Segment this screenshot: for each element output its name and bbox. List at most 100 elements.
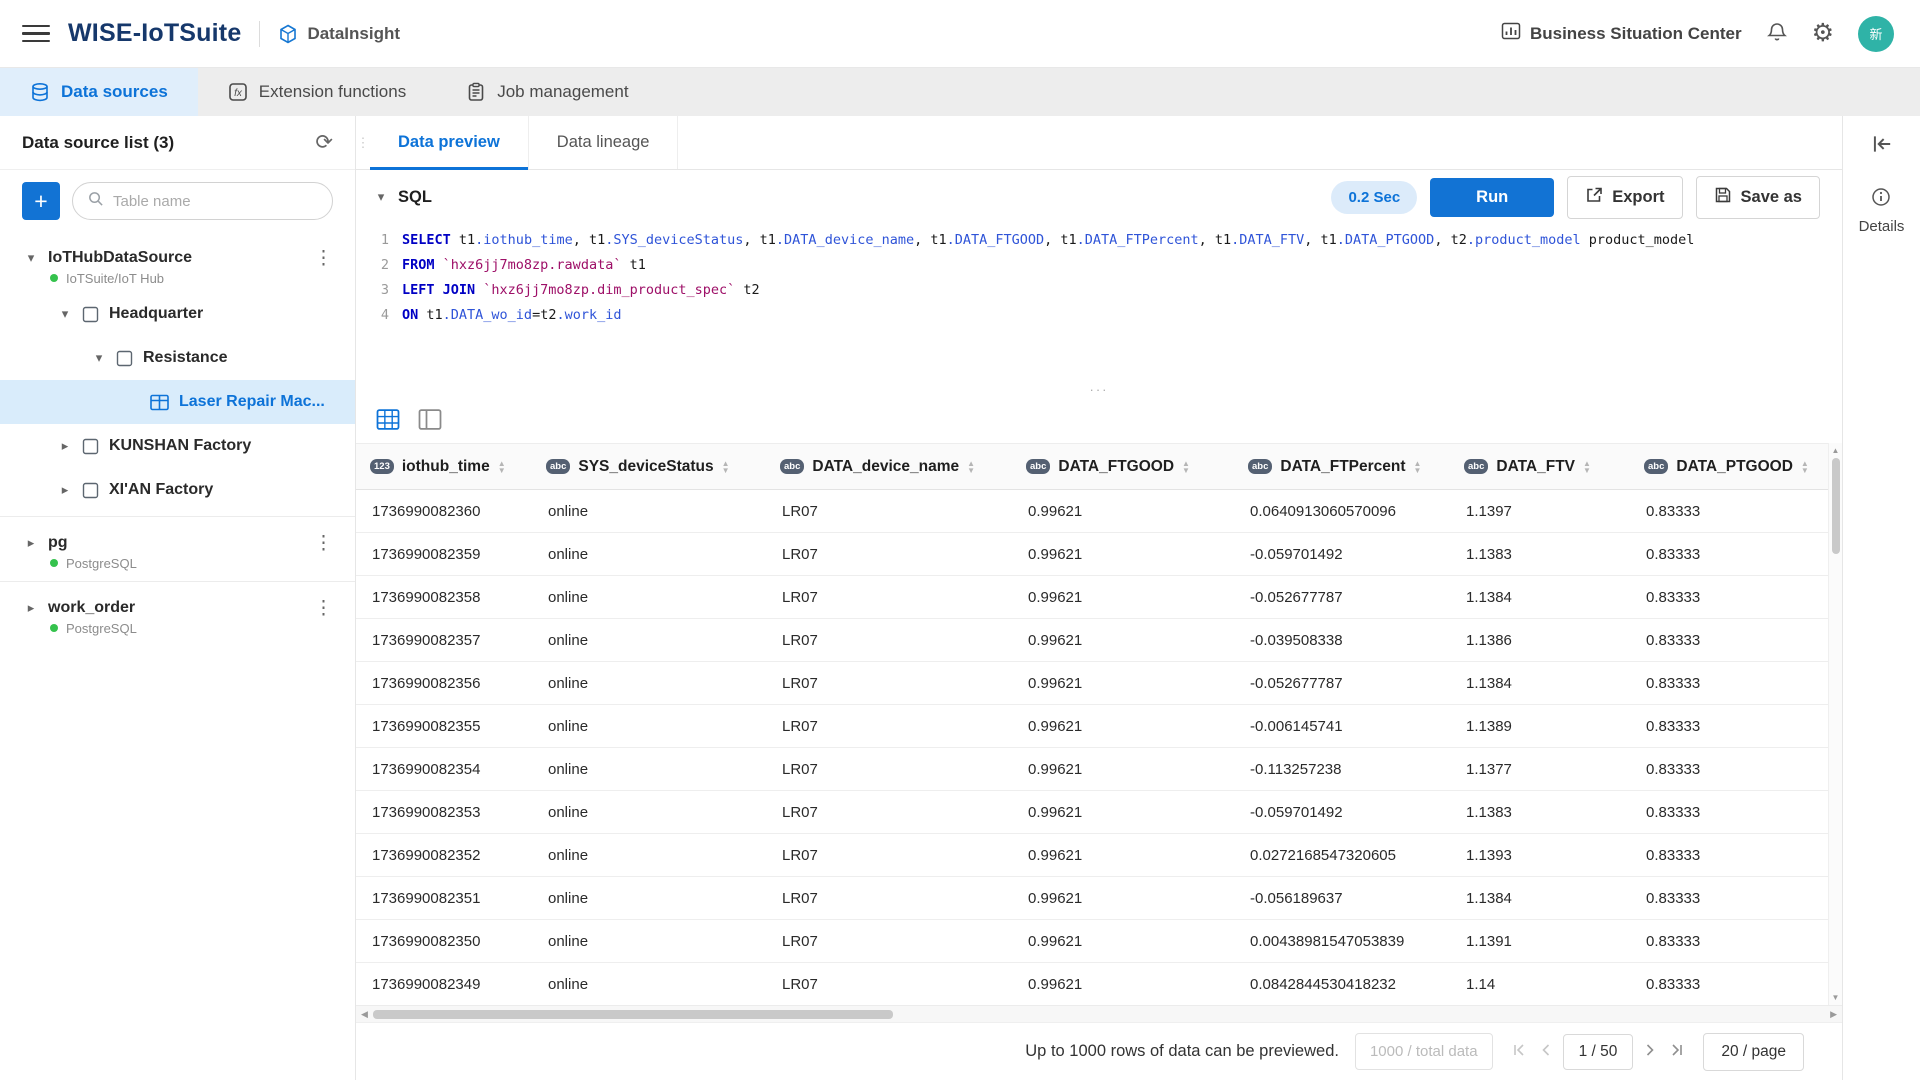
query-time-badge: 0.2 Sec bbox=[1331, 180, 1418, 214]
first-page-button[interactable] bbox=[1509, 1038, 1529, 1065]
search-icon bbox=[87, 190, 104, 212]
tree-item: ▸ XI'AN Factory bbox=[0, 468, 355, 512]
tab-data-lineage[interactable]: Data lineage bbox=[529, 116, 679, 169]
sql-section-label: SQL bbox=[398, 187, 432, 206]
panel-drag-handle[interactable]: ⋮ bbox=[356, 116, 370, 169]
save-as-button[interactable]: Save as bbox=[1695, 175, 1820, 219]
sort-icon[interactable]: ▲ ▼ bbox=[498, 459, 506, 474]
caret-right-icon[interactable]: ▸ bbox=[24, 535, 38, 551]
table-search-input[interactable] bbox=[113, 192, 318, 210]
next-page-button[interactable] bbox=[1640, 1038, 1660, 1065]
line-number: 2 bbox=[380, 257, 389, 273]
sort-icon[interactable]: ▲ ▼ bbox=[1583, 459, 1591, 474]
sql-code: SELECT t1.iothub_time, t1.SYS_deviceStat… bbox=[402, 228, 1842, 380]
column-header-DATA_FTGOOD[interactable]: abc DATA_FTGOOD ▲ ▼ bbox=[1012, 443, 1234, 490]
caret-right-icon[interactable]: ▸ bbox=[24, 600, 38, 616]
folder-row[interactable]: ▾ Headquarter bbox=[0, 292, 355, 336]
line-numbers: 1 2 3 4 bbox=[356, 228, 402, 380]
table-row: 1736990082356 online LR07 0.99621 -0.0526777… bbox=[356, 661, 1842, 705]
hamburger-menu-button[interactable] bbox=[22, 22, 50, 46]
sql-editor[interactable]: 1 2 3 4 SELECT t1.iothub_time, t1.SYS_devic… bbox=[356, 224, 1842, 380]
add-datasource-button[interactable]: + bbox=[22, 182, 60, 220]
more-menu-button[interactable]: ⋮ bbox=[314, 597, 333, 620]
folder-row[interactable]: ▾ Resistance bbox=[0, 336, 355, 380]
line-number: 3 bbox=[380, 282, 389, 298]
module-switcher[interactable]: DataInsight bbox=[278, 24, 400, 44]
tree-node-label: KUNSHAN Factory bbox=[109, 437, 252, 454]
column-header-iothub_time[interactable]: 123 iothub_time ▲ ▼ bbox=[356, 443, 532, 490]
table-cell: 1736990082355 bbox=[356, 704, 532, 748]
refresh-button[interactable]: ⟳ bbox=[315, 130, 333, 155]
business-situation-center-link[interactable]: Business Situation Center bbox=[1501, 21, 1742, 46]
last-page-button[interactable] bbox=[1667, 1038, 1687, 1065]
sort-icon[interactable]: ▲ ▼ bbox=[967, 459, 975, 474]
caret-right-icon[interactable]: ▸ bbox=[58, 438, 72, 454]
table-cell: 0.99621 bbox=[1012, 962, 1234, 1005]
page-indicator[interactable]: 1 / 50 bbox=[1562, 1033, 1634, 1070]
table-cell: 0.99621 bbox=[1012, 575, 1234, 619]
export-button[interactable]: Export bbox=[1567, 175, 1683, 219]
scroll-left-icon[interactable]: ◀ bbox=[361, 1009, 368, 1020]
table-cell: LR07 bbox=[766, 919, 1012, 963]
caret-down-icon[interactable]: ▾ bbox=[24, 250, 38, 266]
status-dot bbox=[50, 559, 58, 567]
nav-tab-job-management[interactable]: Job management bbox=[436, 68, 658, 116]
table-cell: 0.83333 bbox=[1630, 962, 1842, 1005]
sort-icon[interactable]: ▲ ▼ bbox=[1182, 459, 1190, 474]
avatar[interactable]: 新 bbox=[1858, 15, 1894, 52]
table-cell: online bbox=[532, 919, 766, 963]
app-root: WISE-IoTSuite DataInsight Business Situa… bbox=[0, 0, 1920, 1080]
tab-data-preview[interactable]: Data preview bbox=[370, 116, 529, 170]
nav-tab-extension-functions[interactable]: fx Extension functions bbox=[198, 68, 436, 116]
line-number: 4 bbox=[380, 307, 389, 323]
sql-section-toggle[interactable]: ▾ SQL bbox=[374, 188, 432, 207]
caret-down-icon[interactable]: ▾ bbox=[92, 350, 106, 366]
run-button[interactable]: Run bbox=[1430, 177, 1555, 217]
horizontal-scrollbar-thumb[interactable] bbox=[372, 1009, 893, 1019]
scroll-up-icon[interactable]: ▲ bbox=[1832, 446, 1840, 455]
column-header-DATA_FTPercent[interactable]: abc DATA_FTPercent ▲ ▼ bbox=[1234, 443, 1450, 490]
prev-page-button[interactable] bbox=[1536, 1038, 1556, 1065]
column-header-DATA_device_name[interactable]: abc DATA_device_name ▲ ▼ bbox=[766, 443, 1012, 490]
grid-view-button[interactable] bbox=[376, 408, 400, 433]
column-header-DATA_FTV[interactable]: abc DATA_FTV ▲ ▼ bbox=[1450, 443, 1630, 490]
nav-tab-data-sources[interactable]: Data sources bbox=[0, 68, 198, 116]
clipboard-icon bbox=[466, 82, 486, 102]
folder-row[interactable]: ▸ XI'AN Factory bbox=[0, 468, 355, 512]
settings-button[interactable]: ⚙ bbox=[1812, 21, 1834, 46]
sort-icon[interactable]: ▲ ▼ bbox=[1801, 459, 1809, 474]
last-page-icon bbox=[1669, 1042, 1685, 1061]
table-row-item[interactable]: Laser Repair Mac... bbox=[0, 380, 355, 424]
horizontal-scrollbar[interactable]: ◀ ▶ bbox=[356, 1005, 1842, 1022]
scroll-down-icon[interactable]: ▼ bbox=[1832, 993, 1840, 1002]
sql-actions: 0.2 Sec Run Export Save as bbox=[1331, 175, 1820, 219]
more-menu-button[interactable]: ⋮ bbox=[314, 532, 333, 555]
column-view-button[interactable] bbox=[418, 408, 442, 433]
extension-icon: fx bbox=[228, 82, 248, 102]
vertical-scrollbar[interactable]: ▲ ▼ bbox=[1828, 443, 1842, 1005]
tree-item: ▾ Resistance bbox=[0, 336, 355, 380]
table-cell: 1.1391 bbox=[1450, 919, 1630, 963]
grid-view-icon bbox=[376, 408, 400, 433]
notifications-button[interactable] bbox=[1766, 21, 1788, 46]
table-cell: -0.039508338 bbox=[1234, 618, 1450, 662]
vertical-scrollbar-thumb[interactable] bbox=[1831, 458, 1840, 554]
caret-right-icon[interactable]: ▸ bbox=[58, 482, 72, 498]
sort-icon[interactable]: ▲ ▼ bbox=[1414, 459, 1422, 474]
folder-row[interactable]: ▸ KUNSHAN Factory bbox=[0, 424, 355, 468]
scroll-right-icon[interactable]: ▶ bbox=[1830, 1009, 1837, 1020]
caret-down-icon[interactable]: ▾ bbox=[58, 306, 72, 322]
expand-details-button[interactable] bbox=[1870, 132, 1894, 159]
more-menu-button[interactable]: ⋮ bbox=[314, 247, 333, 270]
page-size-select[interactable]: 20 / page bbox=[1703, 1032, 1804, 1071]
column-header-DATA_PTGOOD[interactable]: abc DATA_PTGOOD ▲ ▼ bbox=[1630, 443, 1842, 490]
details-tab[interactable]: Details bbox=[1859, 187, 1904, 235]
export-icon bbox=[1585, 186, 1603, 209]
details-strip: Details bbox=[1842, 116, 1920, 1080]
table-cell: LR07 bbox=[766, 876, 1012, 920]
table-cell: 0.0272168547320605 bbox=[1234, 833, 1450, 877]
column-header-SYS_deviceStatus[interactable]: abc SYS_deviceStatus ▲ ▼ bbox=[532, 443, 766, 490]
table-row: 1736990082358 online LR07 0.99621 -0.0526777… bbox=[356, 575, 1842, 619]
sort-icon[interactable]: ▲ ▼ bbox=[722, 459, 730, 474]
panel-resize-handle[interactable]: ··· bbox=[356, 380, 1842, 398]
